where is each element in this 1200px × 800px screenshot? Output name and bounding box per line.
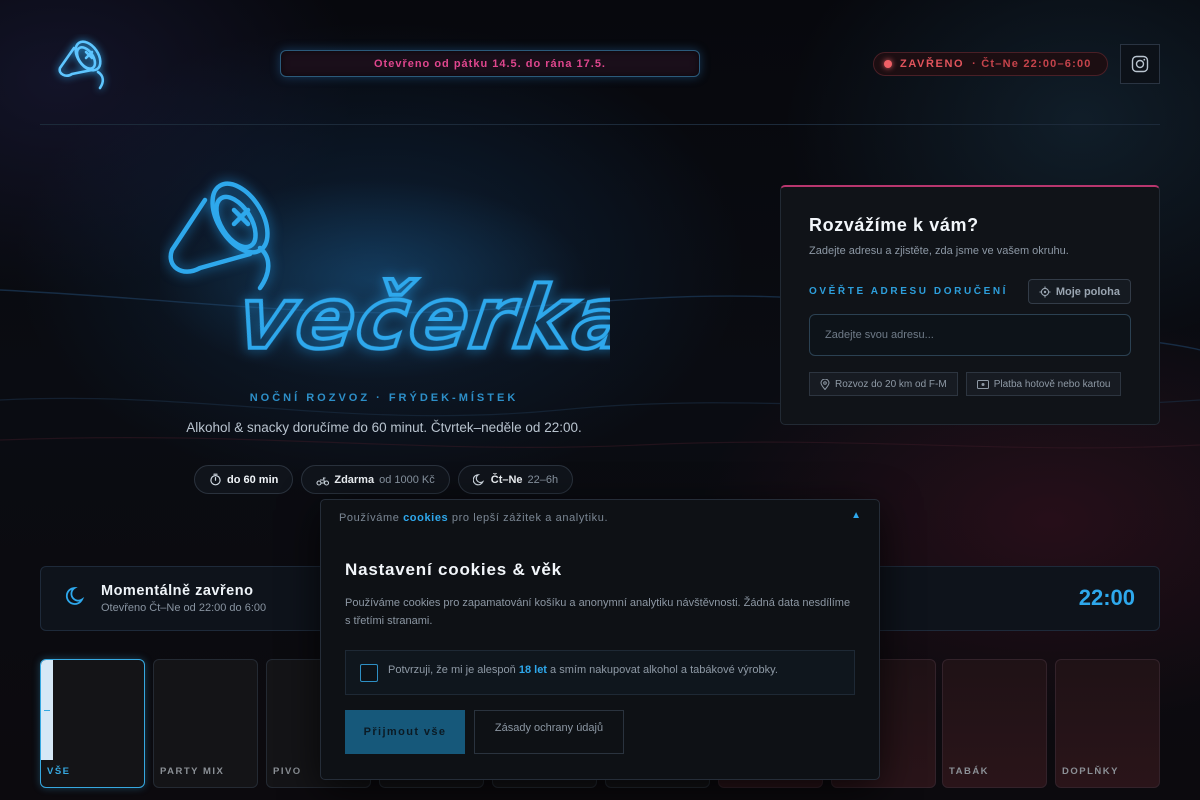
- hero-brand-wordmark: večerka: [232, 269, 610, 369]
- category-label: DOPLŇKY: [1062, 766, 1119, 777]
- age-confirmation-text: Potvrzuji, že mi je alespoň 18 let a smí…: [388, 664, 778, 676]
- cookie-notice-prefix: Používáme: [339, 512, 400, 524]
- chip-strong: Zdarma: [334, 473, 375, 486]
- status-dot-icon: [884, 60, 892, 68]
- moon-icon: [65, 586, 85, 605]
- status-subtitle: Otevřeno Čt–Ne od 22:00 do 6:00: [101, 602, 267, 614]
- age-confirmation[interactable]: Potvrzuji, že mi je alespoň 18 let a smí…: [345, 650, 855, 695]
- header: Otevřeno od pátku 14.5. do rána 17.5. ZA…: [40, 30, 1160, 124]
- category-label: PARTY MIX: [160, 766, 225, 777]
- megaphone-neon-icon[interactable]: [48, 34, 112, 98]
- age-checkbox[interactable]: [360, 664, 378, 682]
- status-hours: · Čt–Ne 22:00–6:00: [972, 58, 1092, 70]
- scooter-icon: [316, 477, 330, 486]
- delivery-title: Rozvážíme k vám?: [809, 215, 979, 235]
- opening-days-chip: Čt–Ne 22–6h: [457, 465, 574, 494]
- delivery-range-tag: Rozvoz do 20 km od F-M: [809, 372, 958, 396]
- free-delivery-chip: Zdarma od 1000 Kč: [301, 465, 450, 494]
- category-label: TABÁK: [949, 766, 990, 777]
- collapse-chevron-icon[interactable]: ▲: [851, 510, 861, 521]
- my-location-button[interactable]: Moje poloha: [1027, 279, 1131, 304]
- cookie-notice-link[interactable]: cookies: [403, 512, 448, 524]
- hero-description: Alkohol & snacky doručíme do 60 minut. Č…: [186, 420, 582, 435]
- category-image-dash: [44, 710, 50, 711]
- instagram-button[interactable]: [1120, 44, 1160, 84]
- hero-chips: do 60 min Zdarma od 1000 Kč Čt–Ne 22–6h: [194, 465, 574, 494]
- status-title: Momentálně zavřeno: [101, 583, 254, 599]
- cookie-modal-title: Nastavení cookies & věk: [345, 560, 562, 579]
- header-divider: [40, 124, 1160, 125]
- chip-muted: od 1000 Kč: [379, 473, 435, 486]
- category-card-party-mix[interactable]: PARTY MIX: [153, 659, 258, 788]
- delivery-check-card: Rozvážíme k vám? Zadejte adresu a zjistě…: [780, 185, 1160, 425]
- chip-muted: 22–6h: [527, 473, 559, 486]
- age-text-prefix: Potvrzuji, že mi je alespoň: [388, 664, 516, 676]
- category-card-all[interactable]: VŠE: [40, 659, 145, 788]
- chip-strong: do 60 min: [227, 473, 279, 486]
- payment-tag: Platba hotově nebo kartou: [965, 372, 1122, 396]
- my-location-label: Moje poloha: [1055, 285, 1120, 298]
- cookie-modal-description: Používáme cookies pro zapamatování košík…: [345, 597, 851, 627]
- accept-all-button[interactable]: Přijmout vše: [345, 710, 465, 754]
- category-label: PIVO: [273, 766, 302, 777]
- timer-icon: [210, 473, 221, 486]
- status-label: ZAVŘENO: [900, 58, 965, 70]
- cookie-notice-suffix: pro lepší zážitek a analytiku.: [451, 512, 609, 524]
- hero-brand-logo: večerka: [160, 180, 610, 380]
- address-input[interactable]: [809, 314, 1131, 356]
- cash-icon: [976, 379, 989, 389]
- instagram-icon: [1131, 55, 1149, 73]
- verify-address-label: OVĚŘTE ADRESU DORUČENÍ: [809, 286, 1009, 297]
- privacy-policy-button[interactable]: Zásady ochrany údajů: [474, 710, 624, 754]
- moon-icon: [472, 474, 484, 486]
- category-label: VŠE: [47, 766, 71, 777]
- cookie-notice: Používáme cookies pro lepší zážitek a an…: [339, 512, 608, 524]
- category-card-accessories[interactable]: DOPLŇKY: [1055, 659, 1160, 788]
- open-status-badge: ZAVŘENO · Čt–Ne 22:00–6:00: [873, 52, 1108, 76]
- tag-label: Rozvoz do 20 km od F-M: [835, 378, 947, 390]
- delivery-subtitle: Zadejte adresu a zjistěte, zda jsme ve v…: [809, 245, 1069, 257]
- cookie-consent-modal: Používáme cookies pro lepší zážitek a an…: [320, 499, 880, 780]
- age-text-suffix: a smím nakupovat alkohol a tabákové výro…: [550, 664, 778, 676]
- opening-countdown: 22:00: [1078, 585, 1135, 610]
- category-card-tobacco[interactable]: TABÁK: [942, 659, 1047, 788]
- delivery-time-chip: do 60 min: [194, 465, 294, 494]
- announcement-banner: Otevřeno od pátku 14.5. do rána 17.5.: [280, 50, 700, 77]
- pin-icon: [820, 378, 830, 390]
- chip-strong: Čt–Ne: [490, 473, 523, 486]
- age-text-highlight: 18 let: [518, 664, 547, 676]
- crosshair-icon: [1039, 286, 1051, 297]
- hero-tagline: NOČNÍ ROZVOZ · FRÝDEK-MÍSTEK: [249, 392, 519, 404]
- tag-label: Platba hotově nebo kartou: [993, 378, 1111, 390]
